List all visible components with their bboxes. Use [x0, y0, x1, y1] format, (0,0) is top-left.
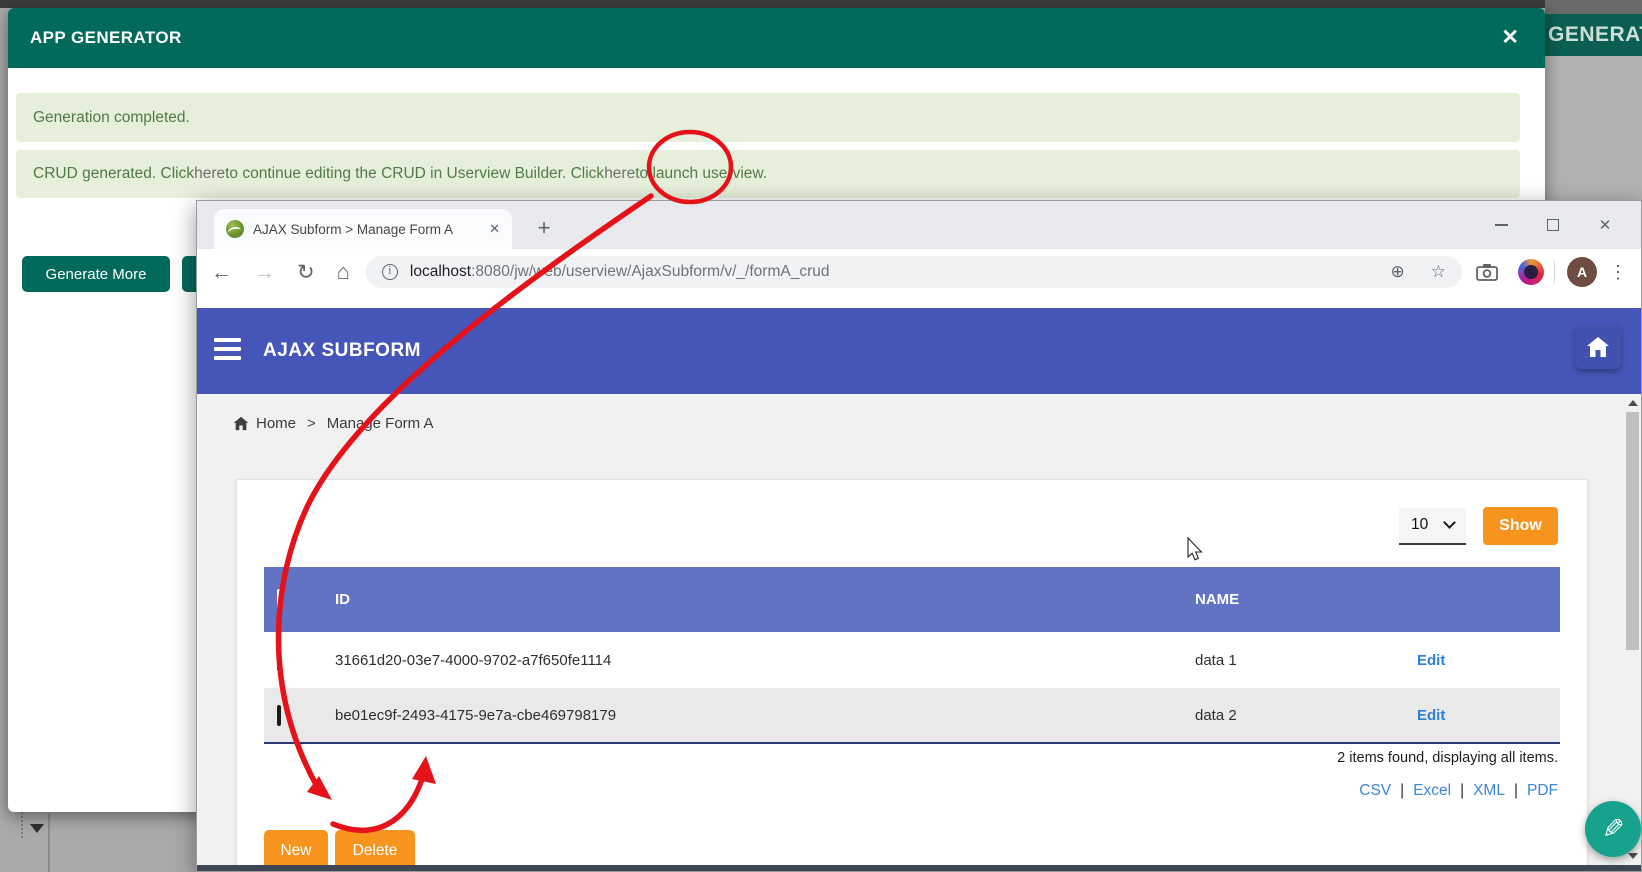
tab-close-icon[interactable]: ✕ — [489, 221, 500, 237]
export-csv-link[interactable]: CSV — [1359, 782, 1391, 799]
select-all-checkbox[interactable] — [277, 589, 281, 610]
tab-title: AJAX Subform > Manage Form A — [253, 221, 453, 237]
link-edit-crud-here[interactable]: here — [194, 165, 225, 183]
alert-text: Generation completed. — [33, 108, 190, 126]
colorful-extension-icon[interactable] — [1518, 259, 1544, 285]
page-top-strip — [197, 295, 1641, 308]
delete-button[interactable]: Delete — [335, 830, 415, 865]
cell-id: be01ec9f-2493-4175-9e7a-cbe469798179 — [335, 706, 617, 724]
generate-more-button[interactable]: Generate More — [22, 256, 170, 292]
scroll-up-icon[interactable] — [1628, 400, 1638, 406]
camera-extension-icon[interactable] — [1476, 263, 1498, 281]
browser-tabstrip: AJAX Subform > Manage Form A ✕ + ✕ — [197, 201, 1641, 249]
app-home-button[interactable] — [1575, 325, 1621, 369]
edit-userview-fab[interactable]: ✎ — [1585, 801, 1641, 857]
list-toolbar: 10 Show — [1399, 507, 1558, 545]
browser-bottom-edge — [197, 865, 1641, 871]
browser-home-icon[interactable]: ⌂ — [337, 261, 350, 283]
table-header-row: ID NAME — [264, 567, 1560, 632]
forward-icon[interactable]: → — [254, 262, 275, 283]
breadcrumb-home[interactable]: Home — [256, 415, 296, 432]
table-row[interactable]: 31661d20-03e7-4000-9702-a7f650fe1114 dat… — [264, 632, 1560, 688]
data-table: ID NAME 31661d20-03e7-4000-9702-a7f650fe… — [264, 567, 1560, 744]
cell-id: 31661d20-03e7-4000-9702-a7f650fe1114 — [335, 651, 612, 669]
app-title: AJAX SUBFORM — [263, 340, 422, 361]
breadcrumb-current: Manage Form A — [326, 415, 434, 432]
url-host: localhost — [409, 263, 472, 280]
list-action-buttons: New Delete — [264, 830, 415, 865]
app-header: AJAX SUBFORM — [197, 308, 1641, 394]
reload-icon[interactable]: ↻ — [297, 262, 315, 283]
page-size-value: 10 — [1411, 516, 1429, 533]
new-button[interactable]: New — [264, 830, 328, 865]
breadcrumb-separator: > — [307, 415, 316, 432]
cell-name: data 2 — [1195, 706, 1237, 724]
window-close-icon[interactable]: ✕ — [1579, 201, 1631, 249]
alert-text-part: CRUD generated. Click — [33, 165, 195, 182]
table-row[interactable]: be01ec9f-2493-4175-9e7a-cbe469798179 dat… — [264, 688, 1560, 744]
home-icon — [1587, 337, 1609, 357]
breadcrumb-home-icon — [233, 416, 249, 431]
export-pdf-link[interactable]: PDF — [1527, 782, 1558, 799]
row-checkbox[interactable] — [277, 649, 281, 671]
dialog-header: APP GENERATOR ✕ — [8, 8, 1545, 68]
alert-generation-completed: Generation completed. — [16, 93, 1520, 142]
row-checkbox[interactable] — [277, 704, 281, 726]
export-excel-link[interactable]: Excel — [1413, 782, 1451, 799]
url-text: localhost:8080/jw/web/userview/AjaxSubfo… — [410, 263, 1365, 281]
column-header-name[interactable]: NAME — [1195, 591, 1409, 608]
alert-text-part: to launch userview. — [635, 165, 768, 182]
new-tab-icon[interactable]: + — [529, 209, 559, 249]
url-path: :8080/jw/web/userview/AjaxSubform/v/_/fo… — [471, 263, 830, 280]
url-bar[interactable]: i localhost:8080/jw/web/userview/AjaxSub… — [365, 256, 1462, 288]
menu-hamburger-icon[interactable] — [214, 338, 241, 365]
alert-text-part: to continue editing the CRUD in Userview… — [225, 165, 605, 182]
scroll-down-icon[interactable] — [1628, 853, 1638, 859]
screen: GENERATE APP GENERATOR ✕ Generation comp… — [0, 0, 1642, 872]
link-launch-userview-here[interactable]: here — [604, 165, 635, 183]
browser-tab[interactable]: AJAX Subform > Manage Form A ✕ — [214, 209, 512, 249]
background-window-title: GENERATE — [1545, 14, 1642, 56]
background-window-body — [1545, 56, 1642, 200]
breadcrumb: Home > Manage Form A — [233, 415, 434, 432]
browser-window: AJAX Subform > Manage Form A ✕ + ✕ ← → ↻… — [196, 200, 1642, 872]
joget-favicon-icon — [226, 220, 244, 238]
show-button[interactable]: Show — [1483, 507, 1558, 545]
minimize-icon[interactable] — [1475, 201, 1527, 249]
desktop-dotted-guide — [21, 812, 23, 838]
page-size-select[interactable]: 10 — [1399, 507, 1466, 545]
toolbar-divider — [1554, 261, 1555, 283]
dialog-title: APP GENERATOR — [30, 28, 182, 47]
export-links: CSV | Excel | XML | PDF — [1359, 782, 1558, 799]
edit-link[interactable]: Edit — [1409, 707, 1560, 724]
screen-top-edge — [0, 0, 1642, 8]
items-summary: 2 items found, displaying all items. — [1337, 750, 1558, 766]
page-info-icon[interactable]: i — [381, 264, 398, 280]
page-viewport: AJAX SUBFORM Home > Manage Form A 10 Sho… — [197, 295, 1641, 865]
pencil-icon: ✎ — [1601, 813, 1625, 844]
maximize-icon[interactable] — [1527, 201, 1579, 249]
background-window: GENERATE — [1545, 0, 1642, 200]
crud-list-card: 10 Show ID NAME 31661d20-03e7-4000-9702-… — [236, 479, 1588, 865]
back-icon[interactable]: ← — [211, 262, 232, 283]
scrollbar-thumb[interactable] — [1626, 412, 1639, 650]
column-header-id[interactable]: ID — [322, 591, 1195, 608]
alert-crud-generated: CRUD generated. Click here to continue e… — [16, 150, 1520, 198]
chevron-down-icon — [1443, 516, 1456, 529]
browser-addressbar: ← → ↻ ⌂ i localhost:8080/jw/web/userview… — [197, 249, 1641, 295]
window-controls: ✕ — [1475, 201, 1631, 249]
desktop-dropdown-caret-icon[interactable] — [30, 824, 44, 833]
cell-name: data 1 — [1195, 651, 1237, 669]
profile-avatar[interactable]: A — [1567, 257, 1597, 287]
export-xml-link[interactable]: XML — [1473, 782, 1505, 799]
zoom-icon[interactable]: ⊕ — [1391, 262, 1405, 282]
edit-link[interactable]: Edit — [1409, 652, 1560, 669]
bookmark-star-icon[interactable]: ☆ — [1431, 262, 1446, 282]
close-icon[interactable]: ✕ — [1501, 8, 1519, 68]
page-scrollbar[interactable] — [1624, 394, 1641, 865]
browser-menu-icon[interactable]: ⋮ — [1609, 262, 1627, 283]
desktop-divider — [48, 814, 50, 872]
